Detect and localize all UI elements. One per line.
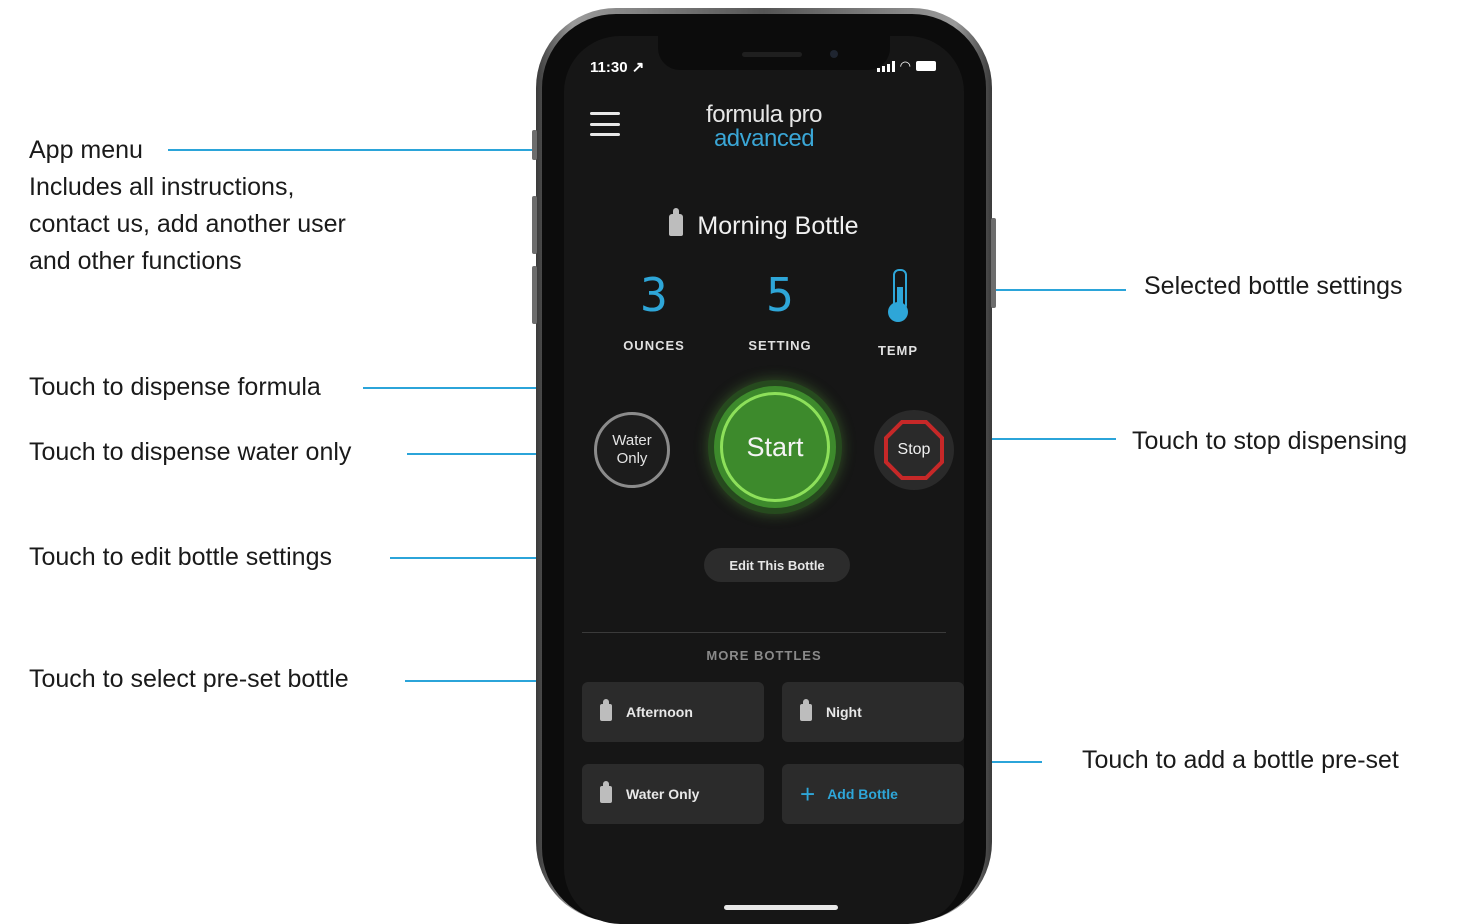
water-only-button[interactable]: Water Only (594, 412, 670, 488)
annotation-app-menu-desc: contact us, add another user (29, 210, 346, 238)
thermometer-icon (887, 269, 909, 323)
bottle-icon (669, 208, 684, 236)
status-icons: ◠ (876, 58, 936, 74)
home-indicator[interactable] (724, 905, 838, 910)
phone-power-button (991, 218, 996, 308)
stop-label: Stop (897, 441, 931, 458)
app-logo: formula pro advanced (564, 102, 964, 152)
logo-line-2: advanced (713, 125, 815, 152)
temp-readout: TEMP (848, 266, 948, 358)
annotation-edit-settings: Touch to edit bottle settings (29, 543, 332, 571)
annotation-select-preset: Touch to select pre-set bottle (29, 665, 349, 693)
selected-bottle-name: Morning Bottle (697, 212, 859, 240)
front-camera (830, 50, 838, 58)
preset-bottle-night[interactable]: Night (782, 682, 964, 742)
setting-label: SETTING (748, 338, 812, 353)
water-only-label-1: Water (612, 432, 652, 449)
bottle-icon (800, 698, 812, 721)
annotation-app-menu-desc: Includes all instructions, (29, 173, 295, 201)
ounces-label: OUNCES (623, 338, 685, 353)
section-divider (582, 632, 946, 633)
preset-bottle-afternoon[interactable]: Afternoon (582, 682, 764, 742)
temp-label: TEMP (877, 343, 919, 358)
phone-notch (658, 36, 890, 70)
annotation-dispense-formula: Touch to dispense formula (29, 373, 321, 401)
plus-icon: + (800, 779, 816, 809)
status-time: 11:30 ↗ (590, 59, 645, 76)
preset-label: Night (826, 704, 862, 720)
ounces-value: 3 (640, 268, 668, 322)
annotation-app-menu: App menu Includes all instructions, cont… (29, 132, 346, 280)
start-button[interactable]: Start (714, 386, 836, 508)
bottle-icon (600, 698, 612, 721)
preset-label: Afternoon (626, 704, 693, 720)
setting-value: 5 (766, 268, 794, 322)
preset-bottle-water-only[interactable]: Water Only (582, 764, 764, 824)
signal-icon (876, 60, 895, 72)
edit-bottle-button[interactable]: Edit This Bottle (704, 548, 850, 582)
setting-readout: 5 SETTING (730, 266, 830, 353)
stop-button[interactable]: Stop (874, 410, 954, 490)
phone-volume-up (532, 196, 537, 254)
water-only-label-2: Only (616, 450, 648, 467)
ounces-readout: 3 OUNCES (604, 266, 704, 353)
speaker-grille (742, 52, 802, 57)
selected-bottle-title: Morning Bottle (564, 208, 964, 241)
app-screen: 11:30 ↗ ◠ formula pro advanced Morning B… (564, 36, 964, 924)
phone-frame: 11:30 ↗ ◠ formula pro advanced Morning B… (532, 8, 996, 924)
start-label: Start (746, 431, 804, 462)
annotation-dispense-water: Touch to dispense water only (29, 438, 352, 466)
annotation-add-preset: Touch to add a bottle pre-set (1082, 746, 1399, 774)
annotation-selected-settings: Selected bottle settings (1144, 272, 1403, 300)
battery-icon (916, 61, 936, 71)
more-bottles-title: MORE BOTTLES (706, 648, 822, 663)
add-bottle-button[interactable]: + Add Bottle (782, 764, 964, 824)
leader-line-app-menu (168, 149, 556, 151)
phone-side-button (532, 130, 537, 160)
annotation-stop-dispensing: Touch to stop dispensing (1132, 427, 1408, 455)
annotation-app-menu-desc: and other functions (29, 247, 242, 275)
wifi-icon: ◠ (899, 58, 911, 73)
phone-volume-down (532, 266, 537, 324)
add-bottle-label: Add Bottle (827, 786, 898, 802)
preset-label: Water Only (626, 786, 700, 802)
phone-bezel: 11:30 ↗ ◠ formula pro advanced Morning B… (542, 14, 986, 924)
bottle-icon (600, 780, 612, 803)
